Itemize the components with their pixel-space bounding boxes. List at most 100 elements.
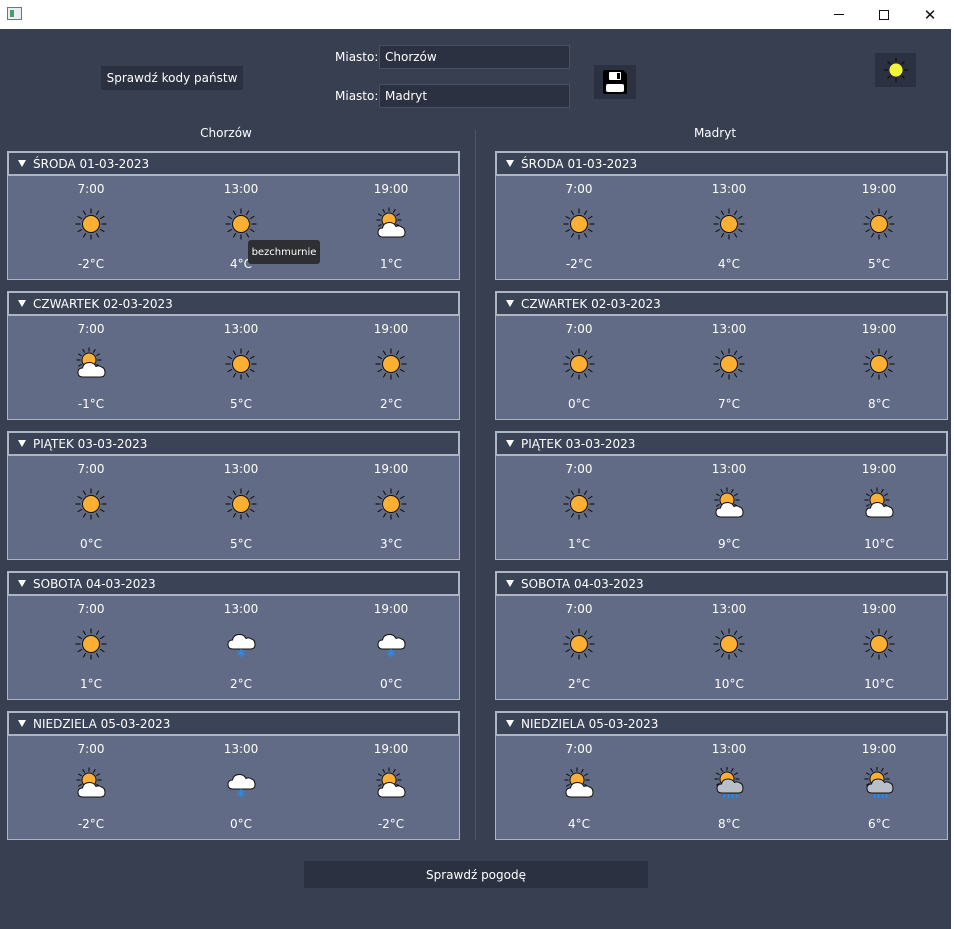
check-weather-button[interactable]: Sprawdź pogodę xyxy=(304,861,648,888)
forecast-temperature: 0°C xyxy=(229,817,252,831)
forecast-time: 19:00 xyxy=(373,182,409,196)
forecast-time: 7:00 xyxy=(77,742,105,756)
city-input-1[interactable] xyxy=(379,45,570,69)
sunny-icon[interactable] xyxy=(562,487,596,521)
minimize-button[interactable] xyxy=(816,0,862,29)
forecast-time: 19:00 xyxy=(373,602,409,616)
day-header[interactable]: PIĄTEK 03-03-2023 xyxy=(7,431,460,456)
sunny-icon[interactable] xyxy=(374,347,408,381)
forecast-time: 19:00 xyxy=(861,322,897,336)
forecast-time: 19:00 xyxy=(861,742,897,756)
day-header[interactable]: ŚRODA 01-03-2023 xyxy=(495,151,948,176)
day-group: NIEDZIELA 05-03-2023 7:00 4°C 13:00 8°C 19:00… xyxy=(495,711,948,840)
sunny-icon[interactable] xyxy=(562,347,596,381)
check-country-codes-button[interactable]: Sprawdź kody państw xyxy=(101,66,243,90)
day-label: PIĄTEK 03-03-2023 xyxy=(33,436,148,451)
forecast-slot: 7:00 1°C xyxy=(504,456,654,560)
sunny-icon[interactable] xyxy=(862,627,896,661)
partly-cloudy-icon[interactable] xyxy=(374,207,408,241)
snow-icon[interactable] xyxy=(224,627,258,661)
day-header[interactable]: PIĄTEK 03-03-2023 xyxy=(495,431,948,456)
forecast-slot: 13:00 4°C xyxy=(166,176,316,280)
column-title-city-1: Chorzów xyxy=(200,126,252,140)
forecast-time: 13:00 xyxy=(223,602,259,616)
snow-icon[interactable] xyxy=(374,627,408,661)
maximize-button[interactable] xyxy=(861,0,907,29)
partly-cloudy-icon[interactable] xyxy=(374,767,408,801)
forecast-temperature: 1°C xyxy=(79,677,102,691)
forecast-temperature: 2°C xyxy=(379,397,402,411)
day-header[interactable]: CZWARTEK 02-03-2023 xyxy=(7,291,460,316)
close-button[interactable]: ✕ xyxy=(907,0,953,29)
collapse-triangle-icon xyxy=(506,440,514,447)
forecast-time: 7:00 xyxy=(565,462,593,476)
sunny-icon[interactable] xyxy=(562,207,596,241)
partly-cloudy-icon[interactable] xyxy=(562,767,596,801)
forecast-temperature: 1°C xyxy=(379,257,402,271)
day-label: CZWARTEK 02-03-2023 xyxy=(521,296,661,311)
forecast-slot: 13:00 9°C xyxy=(654,456,804,560)
day-label: SOBOTA 04-03-2023 xyxy=(521,576,644,591)
sunny-icon[interactable] xyxy=(562,627,596,661)
forecast-temperature: 2°C xyxy=(229,677,252,691)
day-header[interactable]: CZWARTEK 02-03-2023 xyxy=(495,291,948,316)
sunny-icon[interactable] xyxy=(74,487,108,521)
day-header[interactable]: NIEDZIELA 05-03-2023 xyxy=(495,711,948,736)
day-label: CZWARTEK 02-03-2023 xyxy=(33,296,173,311)
day-label: NIEDZIELA 05-03-2023 xyxy=(33,716,171,731)
day-group: NIEDZIELA 05-03-2023 7:00 -2°C 13:00 0°C 19:0… xyxy=(7,711,460,840)
snow-icon[interactable] xyxy=(224,767,258,801)
day-group: PIĄTEK 03-03-2023 7:00 1°C 13:00 9°C 19:00 10°… xyxy=(495,431,948,560)
forecast-slot: 19:00 -2°C xyxy=(316,736,466,840)
forecast-slot: 7:00 4°C xyxy=(504,736,654,840)
sun-rain-icon[interactable] xyxy=(712,766,746,801)
sunny-icon[interactable] xyxy=(712,207,746,241)
sunny-icon[interactable] xyxy=(224,207,258,241)
forecast-temperature: -2°C xyxy=(377,817,405,831)
partly-cloudy-icon[interactable] xyxy=(862,487,896,521)
theme-toggle-button[interactable] xyxy=(875,53,916,87)
forecast-slot: 13:00 2°C xyxy=(166,596,316,700)
sunny-icon[interactable] xyxy=(712,347,746,381)
save-button[interactable] xyxy=(594,65,636,99)
forecast-time: 19:00 xyxy=(861,602,897,616)
partly-cloudy-icon[interactable] xyxy=(712,487,746,521)
sun-rain-icon[interactable] xyxy=(862,766,896,801)
forecast-temperature: 5°C xyxy=(867,257,890,271)
day-header[interactable]: SOBOTA 04-03-2023 xyxy=(7,571,460,596)
sunny-icon[interactable] xyxy=(224,487,258,521)
sunny-icon[interactable] xyxy=(712,627,746,661)
sunny-icon[interactable] xyxy=(862,207,896,241)
forecast-time: 19:00 xyxy=(373,322,409,336)
forecast-temperature: 8°C xyxy=(717,817,740,831)
sunny-icon[interactable] xyxy=(224,347,258,381)
forecast-slot: 7:00 0°C xyxy=(16,456,166,560)
day-group: CZWARTEK 02-03-2023 7:00 0°C 13:00 7°C 19:00 8… xyxy=(495,291,948,420)
forecast-time: 13:00 xyxy=(711,602,747,616)
sunny-icon[interactable] xyxy=(862,347,896,381)
sunny-icon[interactable] xyxy=(74,207,108,241)
column-title-city-2: Madryt xyxy=(693,126,737,140)
maximize-icon xyxy=(879,9,889,20)
forecast-temperature: 6°C xyxy=(867,817,890,831)
partly-cloudy-icon[interactable] xyxy=(74,767,108,801)
sunny-icon[interactable] xyxy=(374,487,408,521)
collapse-triangle-icon xyxy=(18,720,26,727)
forecast-time: 7:00 xyxy=(565,602,593,616)
forecast-slot: 13:00 0°C xyxy=(166,736,316,840)
partly-cloudy-icon[interactable] xyxy=(74,347,108,381)
forecast-time: 19:00 xyxy=(861,462,897,476)
forecast-temperature: 5°C xyxy=(229,537,252,551)
day-header[interactable]: NIEDZIELA 05-03-2023 xyxy=(7,711,460,736)
forecast-slot: 19:00 2°C xyxy=(316,316,466,420)
forecast-slot: 19:00 1°C xyxy=(316,176,466,280)
forecast-temperature: 10°C xyxy=(864,537,894,551)
forecast-time: 19:00 xyxy=(861,182,897,196)
day-label: PIĄTEK 03-03-2023 xyxy=(521,436,636,451)
day-header[interactable]: ŚRODA 01-03-2023 xyxy=(7,151,460,176)
forecast-time: 19:00 xyxy=(373,462,409,476)
forecast-temperature: 2°C xyxy=(567,677,590,691)
city-input-2[interactable] xyxy=(379,84,570,108)
day-header[interactable]: SOBOTA 04-03-2023 xyxy=(495,571,948,596)
sunny-icon[interactable] xyxy=(74,627,108,661)
